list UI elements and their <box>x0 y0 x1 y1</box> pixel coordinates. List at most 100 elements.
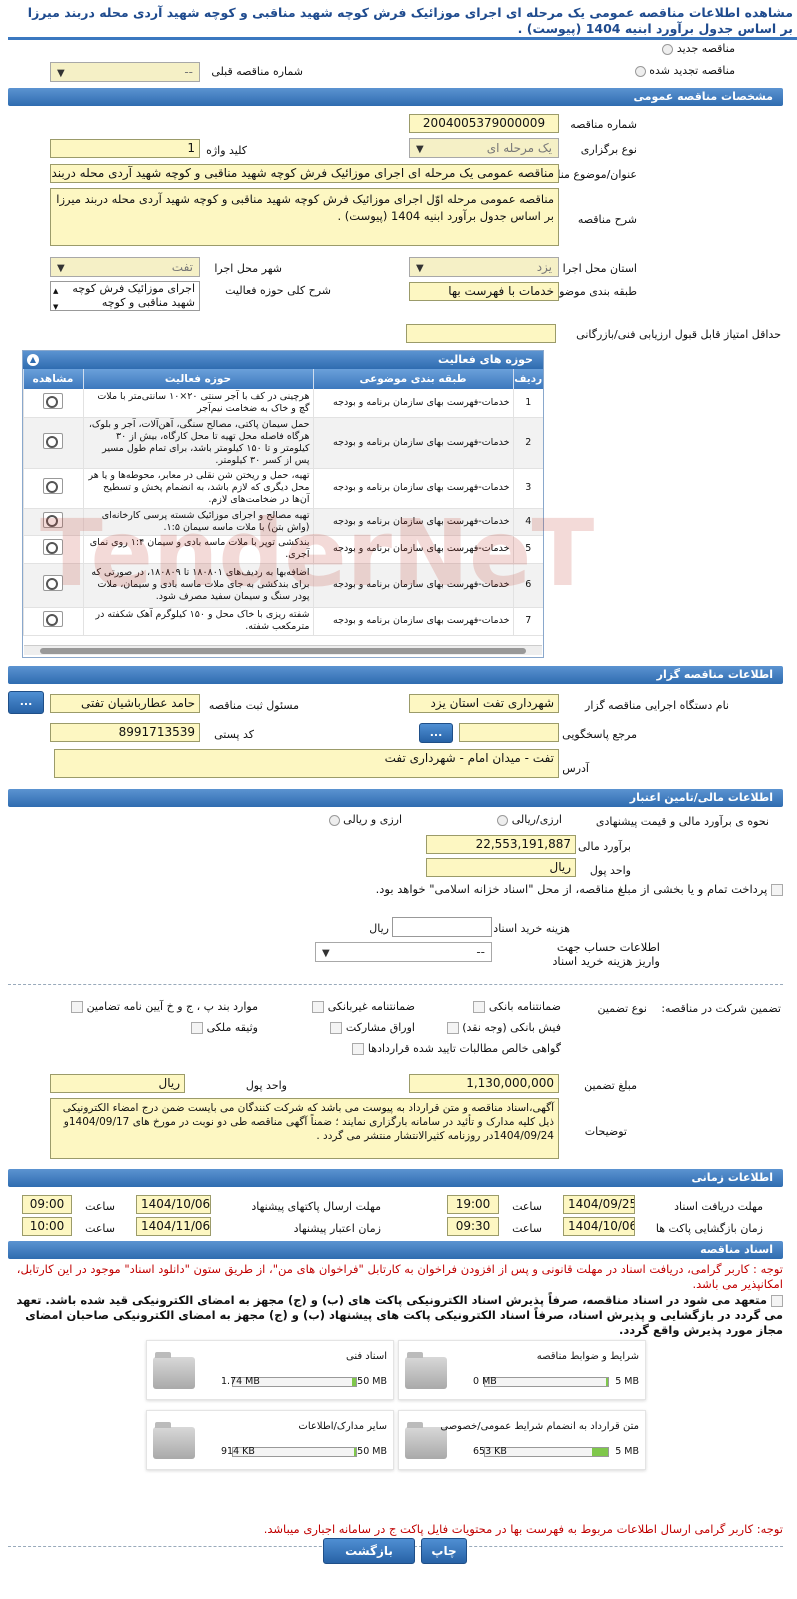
nonbank-guarantee-checkbox[interactable] <box>312 1001 325 1013</box>
opening-date-field[interactable]: 1404/10/06 <box>563 1217 635 1236</box>
method-currency-rial-radio[interactable] <box>497 814 509 826</box>
document-size: 0 MB <box>473 1376 497 1387</box>
docs-notice: توجه : کاربر گرامی، دریافت اسناد در مهلت… <box>16 1262 783 1291</box>
notes-field[interactable]: آگهی،اسناد مناقصه و متن قرارداد به پیوست… <box>50 1098 559 1159</box>
min-score-label: حداقل امتیاز قابل قبول ارزیابی فنی/بازرگ… <box>576 328 781 341</box>
scrollbar-thumb[interactable] <box>40 648 526 654</box>
magnifier-icon[interactable] <box>43 432 63 449</box>
validity-date-field[interactable]: 1404/11/06 <box>136 1217 211 1236</box>
address-field[interactable]: تفت - میدان امام - شهرداری تفت <box>54 749 559 778</box>
bottom-notice: توجه: کاربر گرامی ارسال اطلاعات مربوط به… <box>263 1522 783 1536</box>
cash-guarantee-checkbox[interactable] <box>446 1022 459 1034</box>
magnifier-icon[interactable] <box>43 392 63 409</box>
description-label: شرح مناقصه <box>577 213 637 226</box>
validity-time-label: ساعت <box>85 1222 115 1235</box>
guarantee-currency-field[interactable]: ریال <box>50 1074 185 1093</box>
document-card[interactable]: سایر مدارک/اطلاعات 50 MB 914 KB <box>146 1410 394 1470</box>
doc-cost-field[interactable] <box>392 917 492 937</box>
document-card[interactable]: اسناد فنی 50 MB 1.74 MB <box>146 1340 394 1400</box>
method-currency-rial-option[interactable]: ارزی/ریالی <box>497 813 562 826</box>
renewed-tender-option[interactable]: مناقصه تجدید شده <box>634 64 735 77</box>
document-size-fill <box>354 1448 356 1456</box>
estimate-label: برآورد مالی <box>578 840 631 853</box>
magnifier-icon[interactable] <box>43 478 63 494</box>
org-section-header: اطلاعات مناقصه گزار <box>8 666 783 684</box>
timing-section-header: اطلاعات زمانی <box>8 1169 783 1187</box>
renewed-tender-radio[interactable] <box>634 65 646 77</box>
currency-field[interactable]: ریال <box>426 858 576 877</box>
chevron-down-icon: ▼ <box>57 263 65 274</box>
reference-lookup-button[interactable]: ... <box>419 723 453 743</box>
guarantee-amount-field[interactable]: 1,130,000,000 <box>409 1074 559 1093</box>
back-button[interactable]: بازگشت <box>323 1538 415 1564</box>
print-button[interactable]: چاپ <box>421 1538 467 1564</box>
category-field[interactable]: خدمات با فهرست بها <box>409 282 559 301</box>
title-underline <box>8 37 797 40</box>
account-select[interactable]: -- ▼ <box>315 942 492 962</box>
responsible-field[interactable]: حامد عطارباشیان تفتی <box>50 694 200 713</box>
opening-hour-field[interactable]: 09:30 <box>447 1217 499 1236</box>
tender-number-field[interactable]: 2004005379000009 <box>409 114 559 133</box>
postal-field[interactable]: 8991713539 <box>50 723 200 742</box>
treasury-checkbox[interactable] <box>771 883 783 896</box>
guarantee-currency-label: واحد پول <box>245 1079 287 1092</box>
send-date-field[interactable]: 1404/10/06 <box>136 1195 211 1214</box>
document-max-size: 50 MB <box>357 1376 387 1387</box>
col-category: طبقه بندی موضوعی <box>312 369 513 389</box>
row-number: 2 <box>512 417 543 469</box>
new-tender-radio[interactable] <box>662 43 674 55</box>
guarantee-bank-option[interactable]: ضمانتنامه بانکی <box>473 1000 561 1013</box>
min-score-field[interactable] <box>406 324 556 343</box>
description-field[interactable]: مناقصه عمومی مرحله اوّل اجرای موزائیک فر… <box>50 188 559 246</box>
document-max-size: 5 MB <box>615 1446 639 1457</box>
bonds-guarantee-checkbox[interactable] <box>330 1022 343 1034</box>
guarantee-clause-option[interactable]: موارد بند پ ، ج و خ آیین نامه تضامین <box>71 1000 258 1013</box>
validity-time-field[interactable]: 10:00 <box>22 1217 72 1236</box>
doc-cost-label: هزینه خرید اسناد <box>493 922 570 935</box>
receive-date-field[interactable]: 1404/09/25 <box>563 1195 635 1214</box>
guarantee-cash-option[interactable]: فیش بانکی (وجه نقد) <box>446 1021 561 1034</box>
scroll-up-icon[interactable]: ▲ <box>53 284 58 298</box>
document-card[interactable]: متن قرارداد به انضمام شرایط عمومی/خصوصی 5… <box>398 1410 646 1470</box>
claims-guarantee-checkbox[interactable] <box>352 1043 365 1055</box>
row-scope: هرچینی در کف با آجر سنتی ۲۰×۱۰ سانتی‌متر… <box>82 389 313 418</box>
guarantee-nonbank-option[interactable]: ضمانتنامه غیربانکی <box>312 1000 415 1013</box>
grid-horizontal-scrollbar[interactable] <box>24 645 542 655</box>
province-label: استان محل اجرا <box>562 262 637 275</box>
guarantee-claims-option[interactable]: گواهی خالص مطالبات تایید شده قراردادها <box>352 1042 561 1055</box>
holding-type-select[interactable]: یک مرحله ای ▼ <box>409 138 559 158</box>
receive-time-field[interactable]: 19:00 <box>447 1195 499 1214</box>
scope-listbox[interactable]: اجرای موزائیک فرش کوچه شهید مناقبی و کوچ… <box>50 281 200 311</box>
guarantee-bonds-option[interactable]: اوراق مشارکت <box>330 1021 415 1034</box>
org-name-field[interactable]: شهرداری تفت استان یزد <box>409 694 559 713</box>
city-select[interactable]: تفت ▼ <box>50 257 200 277</box>
collapse-icon[interactable]: ▲ <box>27 354 39 366</box>
validity-label: زمان اعتبار پیشنهاد <box>293 1222 381 1235</box>
scroll-down-icon[interactable]: ▼ <box>53 300 58 310</box>
reference-field[interactable] <box>459 723 559 742</box>
keyword-field[interactable]: 1 <box>50 139 200 158</box>
bank-guarantee-checkbox[interactable] <box>473 1001 486 1013</box>
treasury-option[interactable]: پرداخت تمام و یا بخشی از مبلغ مناقصه، از… <box>13 882 783 897</box>
commitment-checkbox[interactable] <box>771 1294 783 1307</box>
method-currency-and-rial-option[interactable]: ارزی و ریالی <box>328 813 402 826</box>
responsible-lookup-button[interactable]: ... <box>8 691 44 714</box>
province-select[interactable]: یزد ▼ <box>409 257 559 277</box>
document-card[interactable]: شرایط و ضوابط مناقصه 5 MB 0 MB <box>398 1340 646 1400</box>
row-category: خدمات-فهرست بهای سازمان برنامه و بودجه <box>312 389 513 418</box>
prev-number-select[interactable]: -- ▼ <box>50 62 200 82</box>
document-name: اسناد فنی <box>346 1351 387 1362</box>
subject-field[interactable]: مناقصه عمومی یک مرحله ای اجرای موزائیک ف… <box>50 164 559 183</box>
new-tender-option[interactable]: مناقصه جدید <box>662 42 735 55</box>
estimate-field[interactable]: 22,553,191,887 <box>426 835 576 854</box>
postal-label: کد پستی <box>214 728 254 741</box>
property-guarantee-checkbox[interactable] <box>191 1022 204 1034</box>
method-currency-and-rial-radio[interactable] <box>328 814 340 826</box>
send-time-field[interactable]: 09:00 <box>22 1195 72 1214</box>
document-size-fill <box>592 1448 608 1456</box>
table-row: 2 خدمات-فهرست بهای سازمان برنامه و بودجه ح… <box>23 417 543 469</box>
document-name: سایر مدارک/اطلاعات <box>298 1421 387 1432</box>
receive-deadline-label: مهلت دریافت اسناد <box>674 1200 763 1213</box>
guarantee-property-option[interactable]: وثیقه ملکی <box>191 1021 258 1034</box>
clause-guarantee-checkbox[interactable] <box>71 1001 84 1013</box>
